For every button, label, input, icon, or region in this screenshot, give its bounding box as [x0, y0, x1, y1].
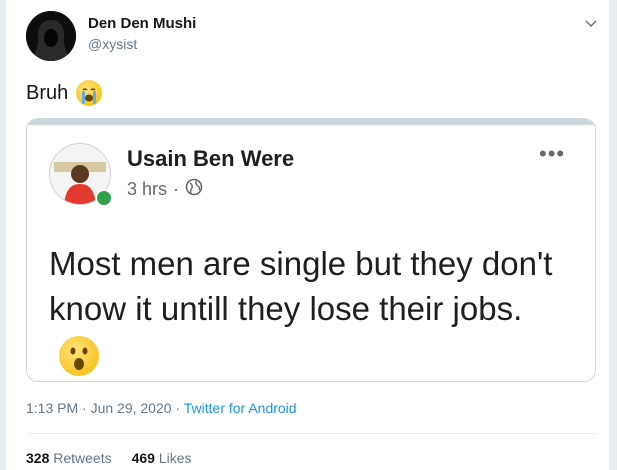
author-name[interactable]: Den Den Mushi — [88, 15, 196, 32]
likes-stat[interactable]: 469 Likes — [132, 450, 192, 466]
likes-count: 469 — [131, 450, 155, 466]
post-text: Most men are single but they don't know … — [49, 241, 569, 377]
author-avatar[interactable] — [26, 11, 76, 61]
tweet-timestamp-row: 1:13 PM · Jun 29, 2020 · Twitter for And… — [26, 400, 297, 416]
timestamp-separator: · — [171, 400, 184, 416]
loudly-crying-face-icon — [76, 80, 103, 106]
retweets-label: Retweets — [53, 450, 112, 466]
tweet-card: Den Den Mushi @xysist Bruh Usain Ben Wer… — [5, 0, 610, 470]
meta-separator: · — [173, 179, 180, 199]
tweet-stats: 328 Retweets 469 Likes — [26, 450, 192, 466]
author-handle[interactable]: @xysist — [88, 36, 137, 52]
card-top-border — [27, 119, 595, 125]
chevron-down-icon[interactable] — [582, 14, 600, 32]
retweets-stat[interactable]: 328 Retweets — [26, 450, 112, 466]
face-with-open-mouth-icon — [59, 336, 99, 377]
more-options-icon: ••• — [539, 141, 566, 166]
divider — [26, 433, 596, 434]
tweet-text-content: Bruh — [26, 81, 69, 104]
retweets-count: 328 — [26, 450, 50, 466]
globe-icon — [185, 178, 203, 201]
post-author-name: Usain Ben Were — [127, 146, 295, 171]
post-time: 3 hrs — [127, 179, 168, 199]
tweet-text: Bruh — [26, 80, 103, 106]
online-status-indicator — [95, 189, 113, 207]
post-text-content: Most men are single but they don't know … — [49, 245, 553, 327]
embedded-post-image[interactable]: Usain Ben Were 3 hrs · ••• Most men are … — [26, 118, 596, 382]
tweet-timestamp[interactable]: 1:13 PM · Jun 29, 2020 — [26, 400, 172, 416]
post-meta: 3 hrs · — [127, 178, 203, 201]
likes-label: Likes — [158, 450, 192, 466]
hooded-figure-icon — [26, 11, 76, 61]
tweet-source-link[interactable]: Twitter for Android — [184, 400, 297, 416]
